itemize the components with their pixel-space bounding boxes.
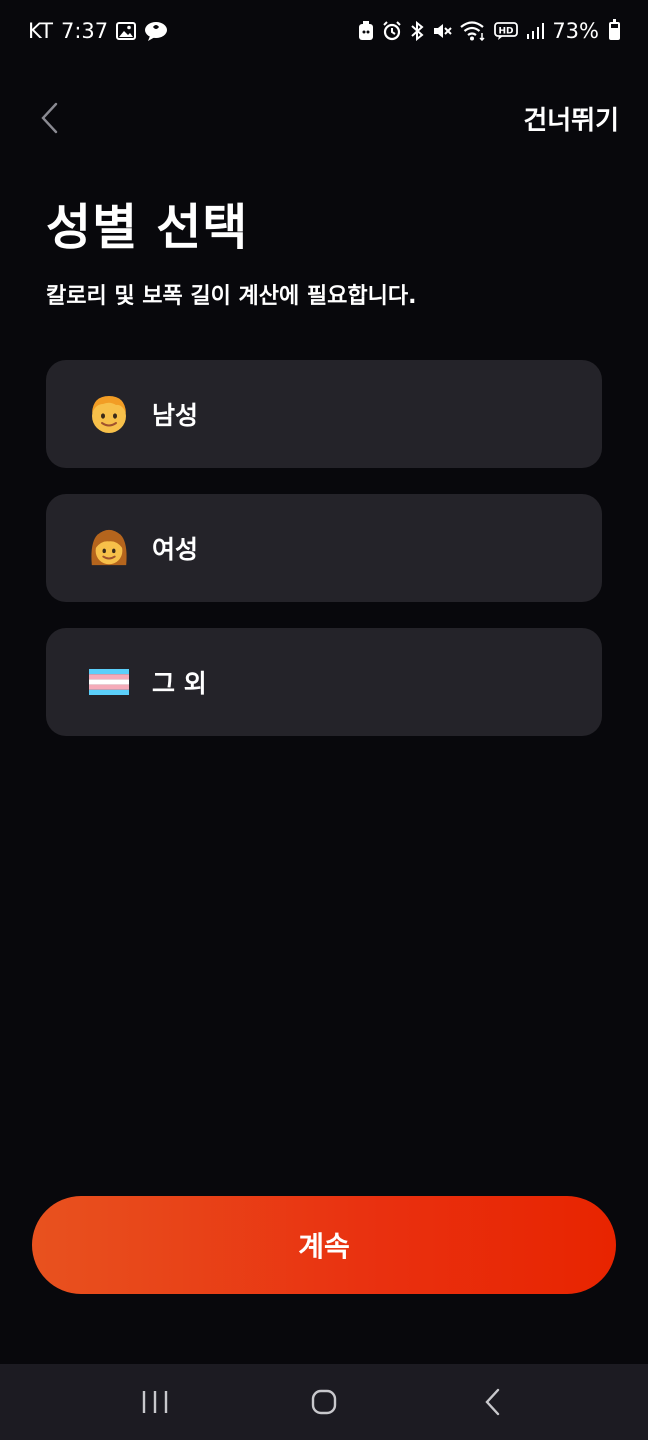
option-female[interactable]: 여성: [46, 494, 602, 602]
mute-icon: [432, 21, 453, 41]
skip-button[interactable]: 건너뛰기: [523, 100, 619, 137]
status-right: HD 73%: [358, 19, 620, 43]
man-emoji-icon: [88, 393, 130, 435]
chevron-left-icon: [41, 102, 58, 134]
screen: KT 7:37 HD 73% 건너뛰기 성별 선택 칼로리 및 보폭 길이 계산…: [0, 0, 648, 1440]
carrier-label: KT: [28, 19, 53, 43]
option-male[interactable]: 남성: [46, 360, 602, 468]
android-box-icon: [358, 21, 374, 41]
nav-back-button[interactable]: [463, 1372, 523, 1432]
page-subtitle: 칼로리 및 보폭 길이 계산에 필요합니다.: [46, 284, 417, 309]
back-icon: [485, 1388, 500, 1416]
page-title: 성별 선택: [46, 199, 249, 256]
transgender-flag-icon: [88, 661, 130, 703]
recent-apps-icon: [142, 1391, 167, 1413]
chat-bubble-icon: [144, 21, 168, 41]
alarm-icon: [382, 21, 402, 41]
option-other[interactable]: 그 외: [46, 628, 602, 736]
continue-button[interactable]: 계속: [32, 1196, 616, 1294]
battery-icon: [609, 19, 620, 40]
battery-fill: [611, 27, 618, 38]
option-label: 여성: [152, 535, 199, 564]
home-button[interactable]: [294, 1372, 354, 1432]
bluetooth-icon: [410, 21, 424, 41]
signal-icon: [526, 22, 545, 40]
recent-apps-button[interactable]: [125, 1372, 185, 1432]
status-bar: KT 7:37 HD 73%: [0, 0, 648, 62]
svg-text:HD: HD: [499, 27, 514, 37]
wifi-icon: [460, 21, 486, 41]
continue-label: 계속: [298, 1230, 350, 1263]
back-button[interactable]: [34, 98, 64, 138]
battery-percent: 73%: [552, 19, 599, 43]
clock: 7:37: [60, 19, 109, 43]
gallery-icon: [116, 22, 137, 40]
system-nav-bar: [0, 1364, 648, 1440]
home-icon: [311, 1389, 337, 1415]
hd-voice-icon: HD: [494, 21, 519, 41]
option-label: 그 외: [152, 669, 207, 698]
status-left: KT 7:37: [28, 19, 168, 43]
woman-emoji-icon: [88, 527, 130, 569]
option-label: 남성: [152, 401, 199, 430]
